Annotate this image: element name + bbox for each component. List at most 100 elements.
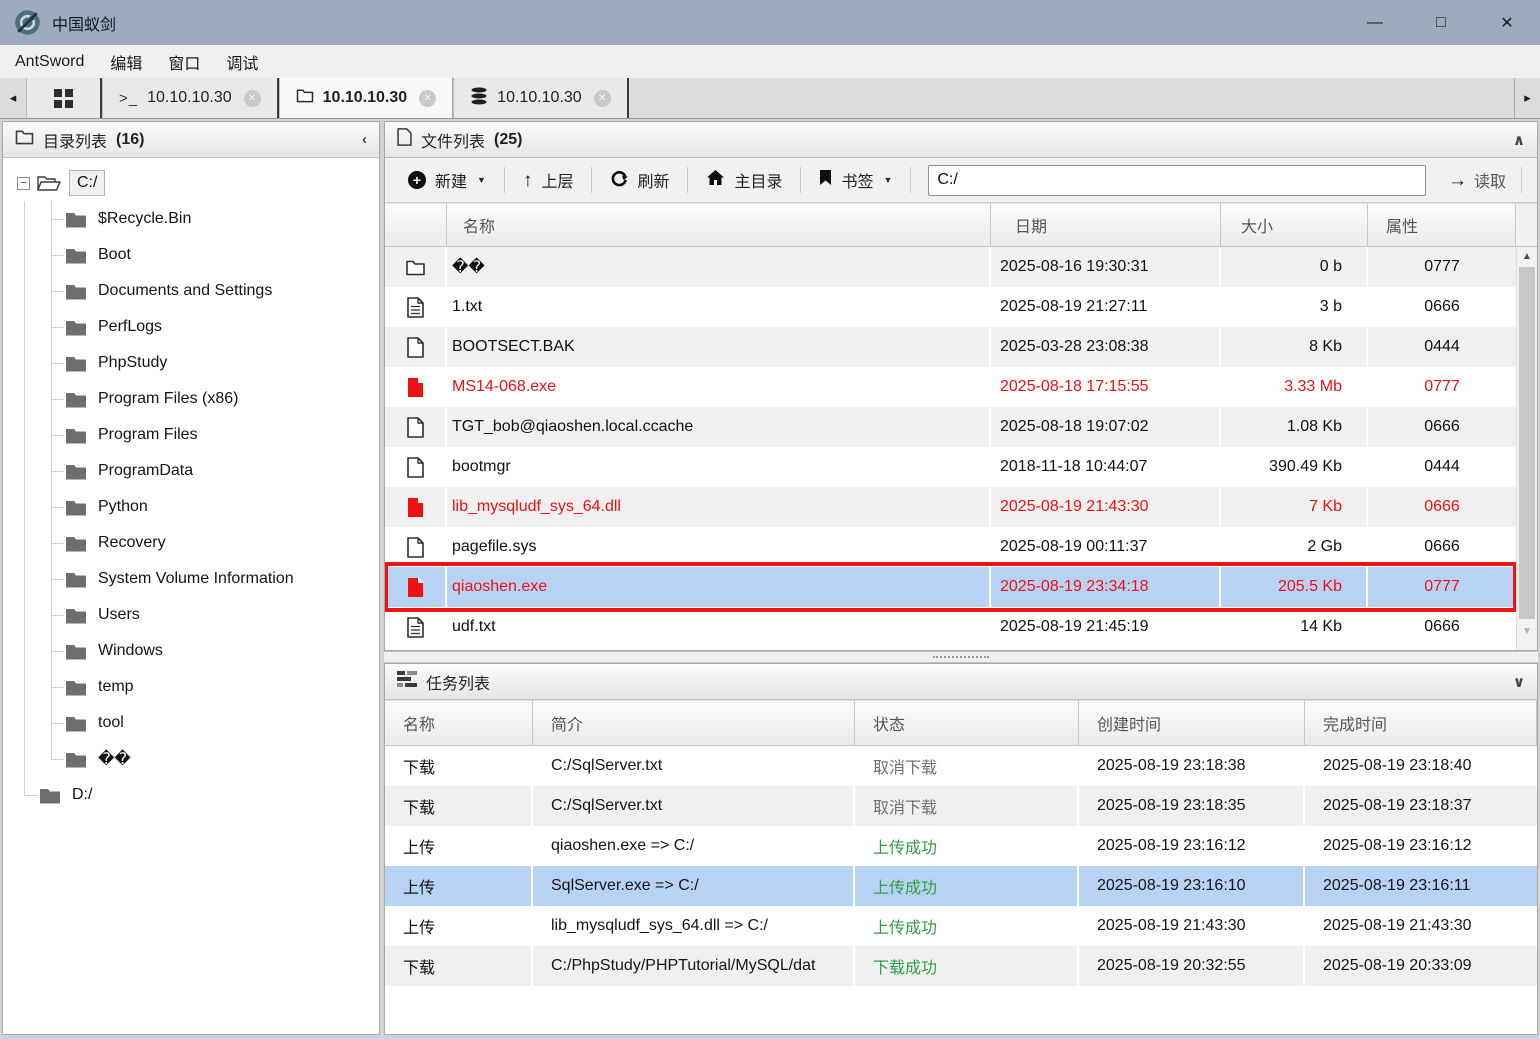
- tree-guide-line: [51, 399, 64, 400]
- menu-debug[interactable]: 调试: [213, 50, 271, 74]
- tab-terminal[interactable]: >_ 10.10.10.30 ✕: [102, 78, 279, 118]
- file-rows: ��2025-08-16 19:30:310 b07771.txt2025-08…: [385, 247, 1516, 650]
- new-file-button[interactable]: + 新建 ▼: [395, 168, 499, 192]
- tree-node[interactable]: ��: [3, 741, 379, 777]
- file-row[interactable]: bootmgr2018-11-18 10:44:07390.49 Kb0444: [385, 447, 1516, 487]
- up-directory-button[interactable]: ↑ 上层: [510, 168, 587, 192]
- window-title: 中国蚁剑: [52, 11, 116, 35]
- column-name[interactable]: 名称: [447, 203, 991, 247]
- read-path-button[interactable]: → 读取: [1438, 168, 1516, 192]
- column-task-name[interactable]: 名称: [385, 700, 533, 746]
- file-size: 1.08 Kb: [1221, 407, 1368, 447]
- column-date[interactable]: 日期: [991, 203, 1221, 247]
- tree-node[interactable]: Users: [3, 597, 379, 633]
- column-attr[interactable]: 属性: [1368, 203, 1516, 247]
- tree-node[interactable]: PhpStudy: [3, 345, 379, 381]
- scrollbar-up-icon[interactable]: ▲: [1517, 251, 1537, 262]
- tree-node-root[interactable]: − C:/: [3, 165, 379, 201]
- column-task-status[interactable]: 状态: [855, 700, 1079, 746]
- file-attr: 0444: [1368, 447, 1516, 487]
- tree-guide-line: [51, 759, 64, 760]
- task-row[interactable]: 上传qiaoshen.exe => C:/上传成功2025-08-19 23:1…: [385, 826, 1537, 866]
- bookmark-icon: [819, 169, 832, 191]
- file-row[interactable]: 1.txt2025-08-19 21:27:113 b0666: [385, 287, 1516, 327]
- tabs-scroll-right-button[interactable]: ▸: [1514, 78, 1540, 118]
- tree-node-label: Recovery: [98, 534, 166, 552]
- file-row[interactable]: BOOTSECT.BAK2025-03-28 23:08:388 Kb0444: [385, 327, 1516, 367]
- collapse-file-panel-button[interactable]: ∧: [1513, 131, 1525, 149]
- file-date: 2025-08-19 21:45:19: [991, 607, 1221, 647]
- tab-close-button[interactable]: ✕: [594, 90, 611, 107]
- tree-node-drive-d[interactable]: D:/: [3, 777, 379, 813]
- tree-node[interactable]: Boot: [3, 237, 379, 273]
- tree-node-label: Documents and Settings: [98, 282, 272, 300]
- maximize-button[interactable]: □: [1408, 0, 1474, 45]
- minimize-button[interactable]: —: [1342, 0, 1408, 45]
- file-row[interactable]: qiaoshen.exe2025-08-19 23:34:18205.5 Kb0…: [385, 567, 1516, 607]
- tree-node[interactable]: Python: [3, 489, 379, 525]
- task-row[interactable]: 下载C:/SqlServer.txt取消下载2025-08-19 23:18:3…: [385, 786, 1537, 826]
- task-row[interactable]: 下载C:/SqlServer.txt取消下载2025-08-19 23:18:3…: [385, 746, 1537, 786]
- menu-edit[interactable]: 编辑: [97, 50, 155, 74]
- main-area: 目录列表 (16) ‹ −C:/$Recycle.BinBootDocument…: [0, 119, 1540, 1035]
- tree-node[interactable]: PerfLogs: [3, 309, 379, 345]
- task-row[interactable]: 上传lib_mysqludf_sys_64.dll => C:/上传成功2025…: [385, 906, 1537, 946]
- bookmark-button[interactable]: 书签 ▼: [806, 168, 905, 192]
- tree-node[interactable]: Recovery: [3, 525, 379, 561]
- file-row[interactable]: ��2025-08-16 19:30:310 b0777: [385, 247, 1516, 287]
- menu-window[interactable]: 窗口: [155, 50, 213, 74]
- tab-file-manager[interactable]: 10.10.10.30 ✕: [279, 78, 454, 118]
- task-type: 下载: [385, 946, 533, 986]
- scrollbar-down-icon[interactable]: ▼: [1517, 626, 1537, 637]
- tab-home[interactable]: [26, 78, 102, 118]
- file-date: 2025-08-19 21:43:30: [991, 487, 1221, 527]
- path-input[interactable]: [928, 165, 1426, 196]
- tree-node[interactable]: Documents and Settings: [3, 273, 379, 309]
- menu-antsword[interactable]: AntSword: [2, 53, 97, 71]
- tree-guide-line: [51, 201, 52, 759]
- tree-node[interactable]: Program Files (x86): [3, 381, 379, 417]
- task-row[interactable]: 上传SqlServer.exe => C:/上传成功2025-08-19 23:…: [385, 866, 1537, 906]
- tabs-scroll-left-button[interactable]: ◂: [0, 78, 26, 118]
- collapse-sidebar-button[interactable]: ‹: [362, 131, 367, 148]
- tree-node[interactable]: ProgramData: [3, 453, 379, 489]
- drag-handle-icon: [933, 656, 989, 658]
- tab-close-button[interactable]: ✕: [244, 90, 261, 107]
- file-row[interactable]: MS14-068.exe2025-08-18 17:15:553.33 Mb07…: [385, 367, 1516, 407]
- file-name: MS14-068.exe: [447, 367, 991, 407]
- tree-node[interactable]: Windows: [3, 633, 379, 669]
- collapse-expander-icon[interactable]: −: [17, 177, 30, 190]
- file-attr: 0666: [1368, 287, 1516, 327]
- scrollbar-thumb[interactable]: [1519, 267, 1535, 619]
- file-row[interactable]: udf.txt2025-08-19 21:45:1914 Kb0666: [385, 607, 1516, 647]
- column-size[interactable]: 大小: [1221, 203, 1368, 247]
- file-row[interactable]: pagefile.sys2025-08-19 00:11:372 Gb0666: [385, 527, 1516, 567]
- window-controls: — □ ✕: [1342, 0, 1540, 45]
- folder-icon: [15, 129, 34, 150]
- column-task-desc[interactable]: 简介: [533, 700, 855, 746]
- task-row[interactable]: 下载C:/PhpStudy/PHPTutorial/MySQL/dat下载成功2…: [385, 946, 1537, 986]
- folder-icon: [405, 259, 426, 276]
- executable-file-icon: [407, 497, 424, 518]
- tree-node[interactable]: $Recycle.Bin: [3, 201, 379, 237]
- column-task-done[interactable]: 完成时间: [1305, 700, 1537, 746]
- collapse-task-panel-button[interactable]: ∨: [1513, 673, 1525, 691]
- refresh-button[interactable]: 刷新: [597, 168, 682, 192]
- tab-database[interactable]: 10.10.10.30 ✕: [453, 78, 629, 118]
- tree-node-label[interactable]: C:/: [69, 170, 105, 196]
- tree-node[interactable]: temp: [3, 669, 379, 705]
- file-size: 8 Kb: [1221, 327, 1368, 367]
- file-row[interactable]: lib_mysqludf_sys_64.dll2025-08-19 21:43:…: [385, 487, 1516, 527]
- tree-node[interactable]: Program Files: [3, 417, 379, 453]
- tab-close-button[interactable]: ✕: [419, 90, 436, 107]
- panel-splitter[interactable]: [384, 651, 1538, 663]
- task-type: 上传: [385, 866, 533, 906]
- close-button[interactable]: ✕: [1474, 0, 1540, 45]
- file-row[interactable]: TGT_bob@qiaoshen.local.ccache2025-08-18 …: [385, 407, 1516, 447]
- tree-node[interactable]: tool: [3, 705, 379, 741]
- home-directory-button[interactable]: 主目录: [693, 168, 795, 192]
- task-description: C:/SqlServer.txt: [533, 746, 855, 786]
- column-task-created[interactable]: 创建时间: [1079, 700, 1305, 746]
- tree-node[interactable]: System Volume Information: [3, 561, 379, 597]
- file-attr: 0777: [1368, 367, 1516, 407]
